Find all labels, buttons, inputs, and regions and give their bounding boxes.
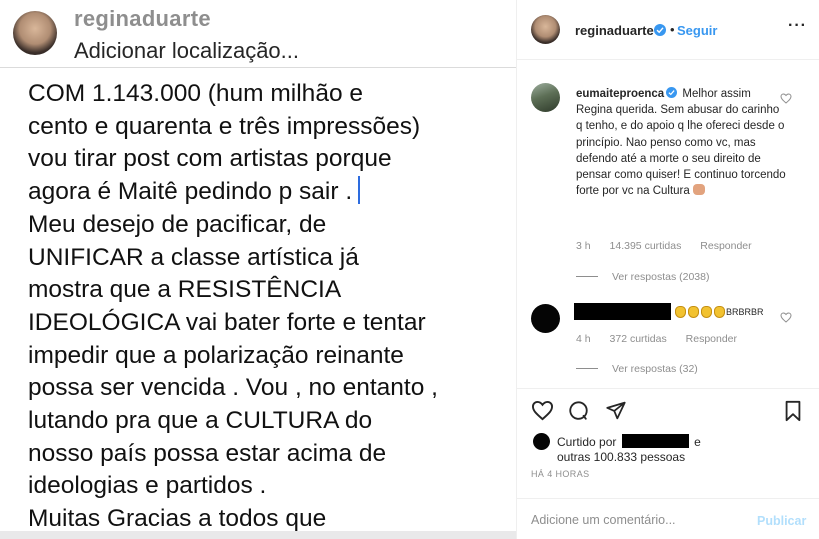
image-text-line: cento e quarenta e três impressões) bbox=[28, 112, 421, 140]
view-replies-label: Ver respostas (32) bbox=[612, 363, 698, 375]
image-text-line: COM 1.143.000 (hum milhão e bbox=[28, 80, 363, 107]
image-bottom-bar bbox=[0, 531, 517, 539]
save-bookmark-icon[interactable] bbox=[783, 400, 803, 422]
image-header: reginaduarte Adicionar localização... bbox=[0, 0, 517, 66]
comment-text: Melhor assim Regina querida. Sem abusar … bbox=[576, 88, 786, 198]
share-paper-plane-icon[interactable] bbox=[605, 400, 627, 421]
clap-emoji-icon bbox=[714, 306, 725, 318]
image-text-line: Meu desejo de pacificar, de bbox=[28, 210, 327, 238]
image-text-line: IDEOLÓGICA vai bater forte e tentar bbox=[28, 308, 426, 336]
comment-avatar[interactable] bbox=[531, 83, 560, 112]
comments-list: eumaiteproenca Melhor assim Regina queri… bbox=[517, 61, 819, 397]
image-text-line: vou tirar post com artistas porque bbox=[28, 145, 392, 173]
comment-avatar[interactable] bbox=[531, 304, 560, 333]
verified-badge-icon bbox=[654, 24, 666, 36]
author-avatar[interactable] bbox=[531, 15, 560, 44]
redacted-username bbox=[574, 303, 671, 320]
likes-count[interactable]: outras 100.833 pessoas bbox=[557, 450, 685, 464]
comment-meta: 4 h 372 curtidas Responder bbox=[576, 333, 753, 345]
image-text-line: UNIFICAR a classe artística já bbox=[28, 243, 359, 271]
post-timestamp: HÁ 4 HORAS bbox=[531, 469, 590, 479]
image-text-line-with-caret: agora é Maitê pedindo p sair . bbox=[28, 176, 508, 209]
image-text-line: impedir que a polarização reinante bbox=[28, 341, 404, 369]
comment-likes[interactable]: 372 curtidas bbox=[610, 333, 667, 345]
clapping-hands-emoji-icon bbox=[675, 305, 727, 323]
post-image: reginaduarte Adicionar localização... CO… bbox=[0, 0, 517, 539]
clap-emoji-icon bbox=[688, 306, 699, 318]
follow-button[interactable]: Seguir bbox=[677, 23, 717, 38]
comment-time: 4 h bbox=[576, 333, 591, 345]
image-text-line: ideologias e partidos . bbox=[28, 472, 267, 500]
liked-by-suffix: e bbox=[694, 435, 701, 449]
like-comment-heart-icon[interactable] bbox=[780, 312, 792, 323]
like-comment-heart-icon[interactable] bbox=[780, 93, 792, 104]
image-text-line: nosso país possa estar acima de bbox=[28, 439, 387, 467]
add-comment-box: Publicar bbox=[517, 498, 819, 539]
image-text-line: agora é Maitê pedindo p sair . bbox=[28, 178, 353, 206]
fist-emoji-icon bbox=[692, 184, 705, 196]
liker-avatar[interactable] bbox=[533, 433, 550, 450]
view-replies-button[interactable]: Ver respostas (2038) bbox=[576, 271, 709, 283]
comment-text: BRBRBR bbox=[726, 307, 764, 317]
comment-bubble-icon[interactable] bbox=[567, 400, 590, 422]
separator-dot: • bbox=[670, 22, 675, 37]
comment-body: eumaiteproenca Melhor assim Regina queri… bbox=[576, 86, 786, 199]
like-heart-icon[interactable] bbox=[531, 400, 554, 421]
liked-by-text: Curtido por e bbox=[557, 434, 701, 450]
image-location: Adicionar localização... bbox=[74, 38, 300, 63]
post-header: reginaduarte • Seguir ··· bbox=[517, 0, 819, 60]
comment-time: 3 h bbox=[576, 240, 591, 252]
comment-meta: 3 h 14.395 curtidas Responder bbox=[576, 240, 768, 252]
view-replies-label: Ver respostas (2038) bbox=[612, 271, 710, 283]
liked-by-prefix: Curtido por bbox=[557, 435, 617, 449]
comment-input[interactable] bbox=[531, 507, 751, 533]
redacted-liker bbox=[621, 434, 689, 448]
image-text-line: possa ser vencida . Vou , no entanto , bbox=[28, 374, 438, 402]
image-avatar bbox=[13, 11, 57, 55]
verified-badge-icon bbox=[666, 87, 678, 98]
comment-username[interactable]: eumaiteproenca bbox=[576, 88, 664, 100]
text-caret bbox=[358, 176, 361, 205]
more-options-icon[interactable]: ··· bbox=[788, 17, 807, 35]
clap-emoji-icon bbox=[675, 306, 686, 318]
reply-button[interactable]: Responder bbox=[700, 240, 751, 252]
image-divider bbox=[0, 67, 517, 68]
replies-line bbox=[576, 276, 598, 277]
replies-line bbox=[576, 368, 598, 369]
image-username: reginaduarte bbox=[74, 6, 211, 31]
image-text-line: mostra que a RESISTÊNCIA bbox=[28, 276, 342, 304]
clap-emoji-icon bbox=[701, 306, 712, 318]
reply-button[interactable]: Responder bbox=[686, 333, 737, 345]
publish-button[interactable]: Publicar bbox=[757, 514, 806, 528]
image-post-text: COM 1.143.000 (hum milhão e cento e quar… bbox=[28, 78, 508, 536]
post-actions: Curtido por e outras 100.833 pessoas HÁ … bbox=[517, 388, 819, 539]
comment-likes[interactable]: 14.395 curtidas bbox=[610, 240, 682, 252]
image-text-line: lutando pra que a CULTURA do bbox=[28, 407, 373, 435]
view-replies-button[interactable]: Ver respostas (32) bbox=[576, 363, 698, 375]
post-side-panel: reginaduarte • Seguir ··· eumaiteproenca… bbox=[516, 0, 819, 539]
author-username[interactable]: reginaduarte bbox=[575, 23, 654, 38]
